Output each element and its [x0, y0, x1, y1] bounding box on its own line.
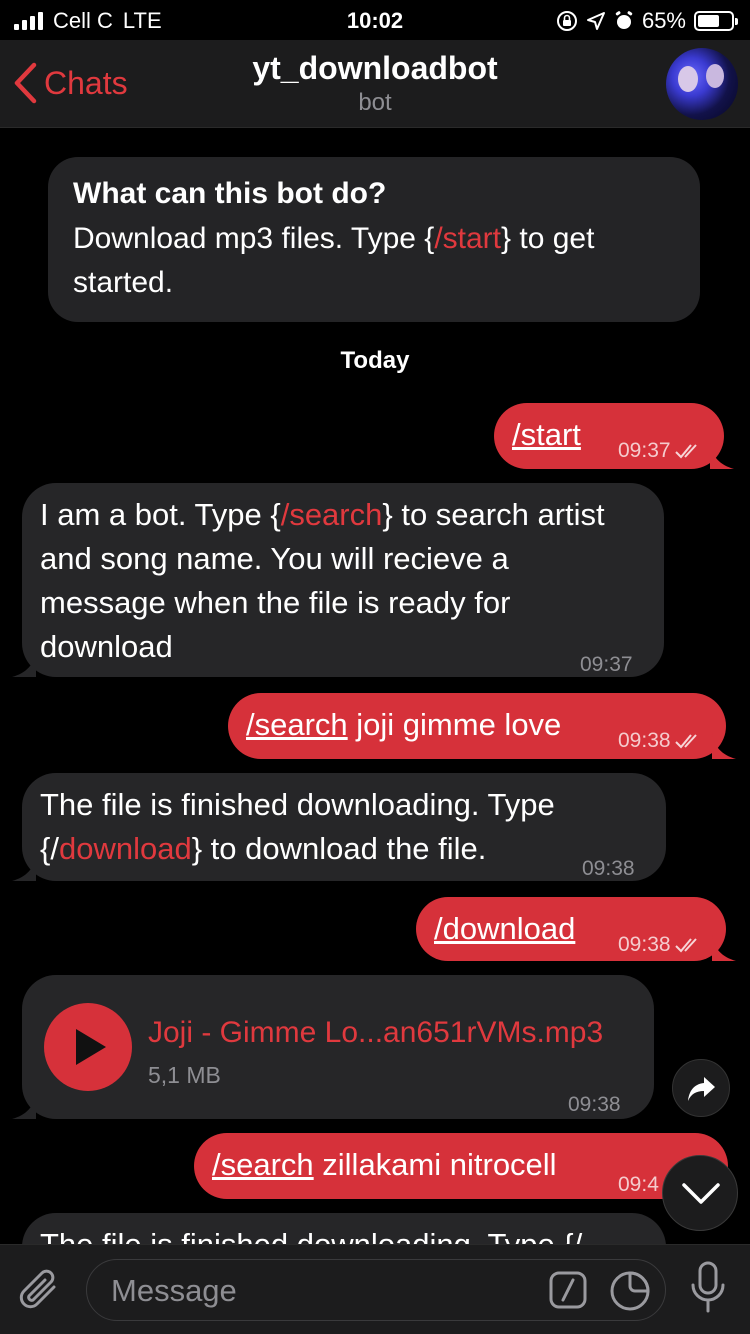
- message-time: 09:37: [580, 653, 633, 676]
- battery-level: [698, 15, 719, 27]
- chevron-down-icon: [682, 1183, 720, 1204]
- time-text: 09:38: [618, 729, 671, 752]
- paperclip-icon[interactable]: [18, 1267, 62, 1313]
- message-time: 09:38: [568, 1093, 621, 1116]
- time-text: 09:37: [618, 439, 671, 462]
- microphone-icon[interactable]: [688, 1261, 728, 1317]
- chat-subtitle: bot: [358, 89, 392, 116]
- avatar-figure: [706, 64, 724, 88]
- chat-title: yt_downloadbot: [252, 50, 498, 86]
- message-incoming[interactable]: The file is finished downloading. Type {…: [22, 1213, 666, 1244]
- message-incoming[interactable]: The file is finished downloading. Type {…: [12, 773, 666, 881]
- message-text: The file is finished downloading. Type {…: [40, 1223, 650, 1244]
- message-time: 09:38: [582, 857, 635, 880]
- orientation-lock-icon: [556, 11, 577, 31]
- double-check-icon: [674, 444, 697, 459]
- bubble-tail: [712, 733, 736, 759]
- play-icon: [76, 1029, 106, 1065]
- audio-file-name[interactable]: Joji - Gimme Lo...an651rVMs.mp3: [148, 1011, 603, 1055]
- message-placeholder: Message: [111, 1273, 237, 1308]
- message-text: /search joji gimme love: [246, 703, 561, 747]
- command-link[interactable]: /search: [246, 707, 348, 742]
- bubble-tail: [12, 855, 36, 881]
- message-input[interactable]: Message: [86, 1259, 666, 1321]
- message-outgoing[interactable]: /start 09:37: [494, 403, 734, 469]
- text: joji gimme love: [347, 707, 562, 742]
- battery-percent: 65%: [641, 8, 686, 33]
- scroll-down-button[interactable]: [662, 1155, 738, 1231]
- message-outgoing[interactable]: /download 09:38: [416, 897, 736, 961]
- chat-header: Chats yt_downloadbot bot: [0, 40, 750, 128]
- message-time: 09:38: [618, 719, 704, 763]
- command-link[interactable]: /search: [281, 497, 383, 532]
- chat-title-area[interactable]: yt_downloadbot bot: [0, 50, 750, 117]
- message-time: 09:38: [618, 923, 704, 967]
- command-link[interactable]: /start: [434, 222, 501, 255]
- text: zillakami nitrocell: [313, 1147, 557, 1182]
- message-time: 09:4: [618, 1173, 659, 1196]
- status-right: 65%: [556, 8, 738, 34]
- message-text: I am a bot. Type {/search} to search art…: [40, 493, 640, 669]
- message-outgoing[interactable]: /search joji gimme love 09:38: [228, 693, 736, 759]
- bot-info-card: What can this bot do? Download mp3 files…: [48, 157, 700, 322]
- play-button[interactable]: [44, 1003, 132, 1091]
- share-button[interactable]: [672, 1059, 730, 1117]
- double-check-icon: [674, 938, 697, 953]
- audio-file-size: 5,1 MB: [148, 1062, 221, 1088]
- time-text: 09:38: [618, 933, 671, 956]
- bubble-tail: [710, 443, 734, 469]
- text: Download mp3 files. Type {: [73, 222, 435, 255]
- text: I am a bot. Type {: [40, 497, 281, 532]
- message-incoming[interactable]: I am a bot. Type {/search} to search art…: [12, 483, 664, 677]
- status-bar: Cell C LTE 10:02 65%: [0, 0, 750, 40]
- sticker-icon[interactable]: [609, 1270, 651, 1312]
- command-link[interactable]: /download: [434, 907, 575, 951]
- message-text: /search zillakami nitrocell: [212, 1143, 557, 1187]
- text: The file is finished downloading. Type {…: [40, 1227, 582, 1244]
- location-icon: [586, 12, 605, 30]
- text: } to download the file.: [191, 831, 487, 866]
- double-check-icon: [674, 734, 697, 749]
- slash-command-icon[interactable]: [549, 1271, 587, 1309]
- message-text: The file is finished downloading. Type {…: [40, 783, 650, 871]
- avatar-figure: [678, 66, 698, 92]
- battery-icon: [694, 11, 738, 31]
- date-separator: Today: [340, 347, 410, 374]
- message-time: 09:37: [618, 429, 704, 473]
- message-list[interactable]: What can this bot do? Download mp3 files…: [0, 129, 750, 1244]
- bubble-tail: [712, 935, 736, 961]
- command-link[interactable]: /search: [212, 1147, 314, 1182]
- message-audio-file[interactable]: Joji - Gimme Lo...an651rVMs.mp3 5,1 MB 0…: [12, 975, 654, 1119]
- bubble-tail: [12, 1093, 36, 1119]
- share-arrow-icon: [688, 1077, 715, 1101]
- bubble-tail: [12, 651, 36, 677]
- input-bar: Message: [0, 1244, 750, 1334]
- command-link[interactable]: /start: [512, 413, 581, 457]
- bot-info-title: What can this bot do?: [73, 177, 387, 210]
- bot-info-text: Download mp3 files. Type {/start} to get…: [73, 217, 675, 305]
- alarm-icon: [615, 11, 633, 29]
- command-link[interactable]: download: [59, 831, 192, 866]
- avatar[interactable]: [666, 48, 738, 120]
- message-outgoing[interactable]: /search zillakami nitrocell 09:4: [194, 1133, 728, 1199]
